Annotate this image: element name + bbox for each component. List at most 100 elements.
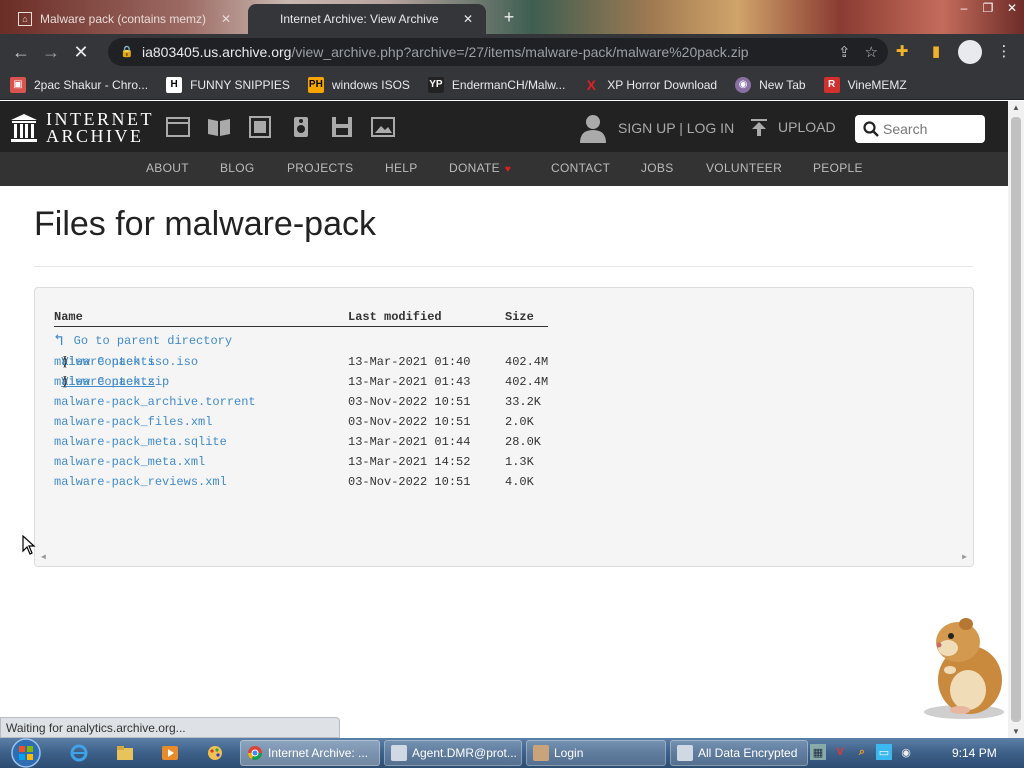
file-name-cell: malware pack.zip (View Contents) bbox=[54, 375, 170, 389]
user-icon bbox=[580, 115, 606, 143]
new-tab-button[interactable]: + bbox=[498, 6, 520, 28]
file-name-cell: malware pack iso.iso (View Contents) bbox=[54, 355, 199, 369]
bookmark-label: EndermanCH/Malw... bbox=[451, 77, 566, 92]
nav-blog[interactable]: BLOG bbox=[220, 161, 255, 175]
bookmark-new-tab[interactable]: ◉ New Tab bbox=[735, 76, 806, 93]
bookmark-endermanch[interactable]: YP EndermanCH/Malw... bbox=[427, 76, 566, 93]
taskbar-button-encrypted[interactable]: All Data Encrypted bbox=[670, 740, 808, 766]
close-tab-icon[interactable]: ✕ bbox=[460, 12, 476, 26]
hamster-mascot-icon[interactable] bbox=[918, 612, 1010, 720]
column-header-size: Size bbox=[505, 310, 534, 324]
nav-projects[interactable]: PROJECTS bbox=[287, 161, 353, 175]
media-player-icon[interactable] bbox=[161, 744, 179, 762]
extensions-puzzle-icon[interactable]: ✚ bbox=[890, 40, 914, 64]
table-row: malware-pack_files.xml 03-Nov-2022 10:51… bbox=[35, 415, 635, 435]
file-date: 03-Nov-2022 10:51 bbox=[348, 415, 471, 429]
view-contents-link[interactable]: View Contents bbox=[61, 375, 155, 389]
nav-people[interactable]: PEOPLE bbox=[813, 161, 863, 175]
scrollbar-thumb[interactable] bbox=[1011, 117, 1021, 722]
side-panel-icon[interactable]: ▮ bbox=[924, 40, 948, 64]
internet-explorer-icon[interactable] bbox=[70, 744, 88, 762]
search-icon[interactable] bbox=[863, 121, 879, 137]
table-row: malware-pack_meta.sqlite 13-Mar-2021 01:… bbox=[35, 435, 635, 455]
scroll-up-icon[interactable]: ▲ bbox=[1012, 103, 1020, 112]
nav-contact[interactable]: CONTACT bbox=[551, 161, 610, 175]
tab-internet-archive[interactable]: Internet Archive: View Archive ✕ bbox=[248, 4, 486, 34]
restore-icon[interactable]: ❐ bbox=[976, 0, 1000, 18]
chrome-icon bbox=[248, 746, 262, 760]
paint-palette-icon[interactable] bbox=[206, 744, 224, 762]
file-link[interactable]: malware-pack_archive.torrent bbox=[54, 395, 256, 409]
taskbar-button-chrome[interactable]: Internet Archive: ... bbox=[240, 740, 380, 766]
bookmark-2pac[interactable]: ▣ 2pac Shakur - Chro... bbox=[10, 76, 148, 93]
bookmark-vinememz[interactable]: R VineMEMZ bbox=[823, 76, 907, 93]
file-link[interactable]: malware-pack_files.xml bbox=[54, 415, 212, 429]
toolbar-actions: ✚ ▮ ⋮ bbox=[890, 40, 1016, 64]
bookmark-xp-horror[interactable]: X XP Horror Download bbox=[583, 76, 718, 93]
page-scrollbar[interactable]: ▲ ▼ bbox=[1008, 101, 1024, 738]
taskbar-button-login[interactable]: Login bbox=[526, 740, 666, 766]
file-date: 03-Nov-2022 10:51 bbox=[348, 475, 471, 489]
scroll-left-icon[interactable]: ◀ bbox=[41, 552, 46, 562]
nav-about[interactable]: ABOUT bbox=[146, 161, 189, 175]
file-link[interactable]: malware-pack_meta.sqlite bbox=[54, 435, 227, 449]
ia-logo[interactable]: INTERNET ARCHIVE bbox=[10, 110, 154, 146]
search-tray-icon[interactable]: ⌕ bbox=[854, 744, 870, 760]
upload-link[interactable]: UPLOAD bbox=[750, 118, 836, 136]
url-text[interactable]: ia803405.us.archive.org/view_archive.php… bbox=[142, 44, 749, 60]
nav-volunteer[interactable]: VOLUNTEER bbox=[706, 161, 782, 175]
taskbar-button-agent[interactable]: Agent.DMR@prot... bbox=[384, 740, 522, 766]
system-clock[interactable]: 9:14 PM bbox=[952, 746, 997, 760]
x-logo-icon: X bbox=[586, 76, 596, 93]
nav-help[interactable]: HELP bbox=[385, 161, 418, 175]
network-grid-icon[interactable]: ▦ bbox=[810, 744, 826, 760]
record-tray-icon[interactable]: ◉ bbox=[898, 744, 914, 760]
back-arrow-icon[interactable]: ← bbox=[6, 38, 36, 66]
texts-book-icon[interactable] bbox=[206, 115, 232, 139]
forward-arrow-icon[interactable]: → bbox=[36, 38, 66, 66]
start-orb-icon[interactable] bbox=[6, 738, 46, 768]
column-header-modified: Last modified bbox=[348, 310, 442, 324]
video-film-icon[interactable] bbox=[247, 115, 273, 139]
file-link[interactable]: malware-pack_reviews.xml bbox=[54, 475, 227, 489]
taskbar-button-label: Internet Archive: ... bbox=[268, 746, 369, 760]
file-link[interactable]: malware-pack_meta.xml bbox=[54, 455, 205, 469]
file-size: 33.2K bbox=[505, 395, 542, 409]
bookmark-windows-isos[interactable]: PH windows ISOS bbox=[307, 76, 410, 93]
profile-avatar-icon[interactable] bbox=[958, 40, 982, 64]
search-input[interactable] bbox=[883, 121, 978, 137]
images-icon[interactable] bbox=[370, 115, 396, 139]
bookmark-star-icon[interactable]: ☆ bbox=[865, 43, 878, 61]
tab-malware-pack[interactable]: ⌂ Malware pack (contains memz) ✕ bbox=[8, 4, 244, 34]
address-bar[interactable]: 🔒 ia803405.us.archive.org/view_archive.p… bbox=[108, 38, 888, 66]
file-date: 13-Mar-2021 01:40 bbox=[348, 355, 471, 369]
system-tray: ▦ V ⌕ ▭ ◉ bbox=[810, 744, 914, 760]
stop-loading-icon[interactable]: ✕ bbox=[66, 38, 96, 66]
menu-kebab-icon[interactable]: ⋮ bbox=[992, 40, 1016, 64]
scroll-right-icon[interactable]: ▶ bbox=[962, 552, 967, 562]
software-floppy-icon[interactable] bbox=[329, 115, 355, 139]
web-icon[interactable] bbox=[165, 115, 191, 139]
file-date: 13-Mar-2021 01:43 bbox=[348, 375, 471, 389]
signup-login-link[interactable]: SIGN UP | LOG IN bbox=[578, 113, 734, 143]
close-tab-icon[interactable]: ✕ bbox=[218, 12, 234, 26]
horizontal-scrollbar[interactable]: ◀ ▶ bbox=[41, 552, 967, 562]
bookmark-funny-snippies[interactable]: H FUNNY SNIPPIES bbox=[166, 76, 290, 93]
logo-line-2: ARCHIVE bbox=[46, 126, 144, 146]
nav-jobs[interactable]: JOBS bbox=[641, 161, 674, 175]
file-explorer-folder-icon[interactable] bbox=[116, 744, 134, 762]
v-tray-icon[interactable]: V bbox=[832, 744, 848, 760]
close-window-icon[interactable]: ✕ bbox=[1000, 0, 1024, 18]
nav-donate[interactable]: DONATE ♥ bbox=[449, 161, 511, 175]
parent-directory-link[interactable]: ↰ Go to parent directory bbox=[54, 333, 232, 349]
share-icon[interactable]: ⇪ bbox=[838, 43, 851, 61]
display-tray-icon[interactable]: ▭ bbox=[876, 744, 892, 760]
view-contents-link[interactable]: View Contents bbox=[61, 355, 155, 369]
heart-icon: ♥ bbox=[504, 164, 512, 175]
audio-speaker-icon[interactable] bbox=[288, 115, 314, 139]
scroll-down-icon[interactable]: ▼ bbox=[1012, 727, 1020, 736]
page-title: Files for malware-pack bbox=[34, 205, 376, 243]
tab-title: Internet Archive: View Archive bbox=[280, 12, 439, 26]
minimize-icon[interactable]: – bbox=[952, 0, 976, 18]
bookmark-label: windows ISOS bbox=[331, 77, 410, 92]
